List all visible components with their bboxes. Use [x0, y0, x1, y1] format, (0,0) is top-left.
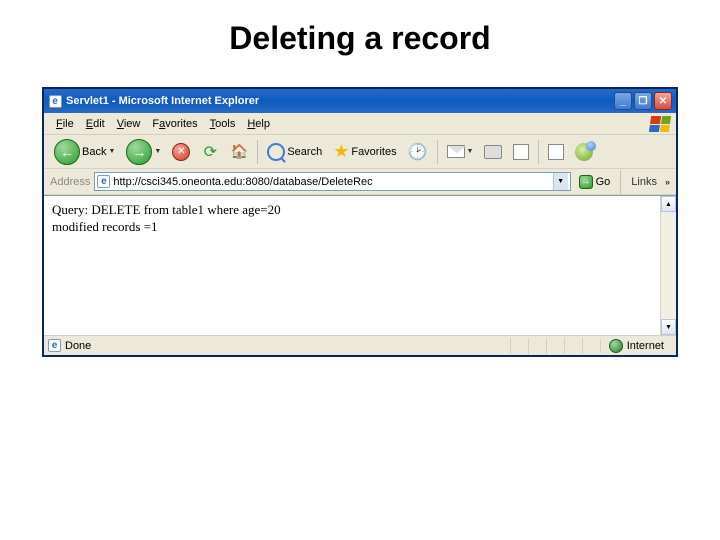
- back-button[interactable]: ← Back ▼: [50, 136, 119, 168]
- separator: [620, 170, 621, 194]
- menu-file[interactable]: File: [50, 116, 80, 132]
- chevron-down-icon: ▼: [154, 148, 161, 155]
- history-icon: 🕑: [408, 142, 428, 162]
- chevron-right-icon[interactable]: »: [665, 177, 670, 187]
- menu-help[interactable]: Help: [241, 116, 276, 132]
- search-button[interactable]: Search: [263, 140, 326, 164]
- address-bar: Address e ▼ → Go Links »: [44, 169, 676, 195]
- messenger-icon: [575, 143, 593, 161]
- status-pane: [546, 338, 564, 354]
- discuss-button[interactable]: [544, 141, 568, 163]
- edit-button[interactable]: [509, 141, 533, 163]
- address-dropdown-button[interactable]: ▼: [553, 173, 568, 190]
- menu-view[interactable]: View: [111, 116, 147, 132]
- scroll-up-button[interactable]: ▲: [661, 196, 676, 212]
- separator: [538, 140, 539, 164]
- windows-flag-icon: [649, 116, 671, 132]
- maximize-button[interactable]: ❐: [634, 92, 652, 110]
- go-button[interactable]: → Go: [575, 173, 615, 191]
- close-button[interactable]: ✕: [654, 92, 672, 110]
- status-bar: e Done Internet: [44, 335, 676, 355]
- result-text: modified records =1: [52, 219, 652, 236]
- chevron-down-icon: ▼: [108, 148, 115, 155]
- home-icon: 🏠: [230, 143, 248, 161]
- status-pane: [564, 338, 582, 354]
- forward-arrow-icon: →: [126, 139, 152, 165]
- discuss-icon: [548, 144, 564, 160]
- content-area: Query: DELETE from table1 where age=20 m…: [44, 195, 676, 335]
- edit-icon: [513, 144, 529, 160]
- go-arrow-icon: →: [579, 175, 593, 189]
- status-pane: [528, 338, 546, 354]
- titlebar: e Servlet1 - Microsoft Internet Explorer…: [44, 89, 676, 113]
- vertical-scrollbar[interactable]: ▲ ▼: [660, 196, 676, 335]
- separator: [257, 140, 258, 164]
- search-icon: [267, 143, 285, 161]
- separator: [437, 140, 438, 164]
- star-icon: ★: [333, 141, 349, 162]
- links-label[interactable]: Links: [627, 176, 661, 188]
- favorites-button[interactable]: ★ Favorites: [329, 138, 400, 165]
- forward-button[interactable]: → ▼: [122, 136, 165, 168]
- chevron-down-icon: ▼: [467, 148, 474, 155]
- address-field[interactable]: [113, 176, 549, 188]
- address-label: Address: [50, 176, 90, 188]
- menu-tools[interactable]: Tools: [204, 116, 242, 132]
- globe-icon: [609, 339, 623, 353]
- mail-icon: [447, 145, 465, 158]
- menu-edit[interactable]: Edit: [80, 116, 111, 132]
- home-button[interactable]: 🏠: [226, 140, 252, 164]
- window-title: Servlet1 - Microsoft Internet Explorer: [66, 95, 614, 107]
- mail-button[interactable]: ▼: [443, 142, 478, 161]
- ie-icon: e: [48, 94, 62, 108]
- history-button[interactable]: 🕑: [404, 139, 432, 165]
- stop-icon: ✕: [172, 143, 190, 161]
- toolbar: ← Back ▼ → ▼ ✕ ⟳ 🏠 Search ★ Favorites 🕑: [44, 135, 676, 169]
- scroll-track[interactable]: [661, 212, 676, 319]
- print-button[interactable]: [480, 142, 506, 162]
- address-input-wrapper: e ▼: [94, 172, 570, 191]
- messenger-button[interactable]: [571, 140, 597, 164]
- menu-favorites[interactable]: Favorites: [146, 116, 203, 132]
- status-pane: [510, 338, 528, 354]
- page-icon: e: [48, 339, 61, 352]
- refresh-button[interactable]: ⟳: [197, 140, 223, 164]
- menubar: File Edit View Favorites Tools Help: [44, 113, 676, 135]
- query-text: Query: DELETE from table1 where age=20: [52, 202, 652, 219]
- print-icon: [484, 145, 502, 159]
- page-body: Query: DELETE from table1 where age=20 m…: [44, 196, 660, 335]
- browser-window: e Servlet1 - Microsoft Internet Explorer…: [42, 87, 678, 357]
- refresh-icon: ⟳: [201, 143, 219, 161]
- status-pane: [582, 338, 600, 354]
- back-arrow-icon: ←: [54, 139, 80, 165]
- security-zone: Internet: [600, 339, 672, 353]
- stop-button[interactable]: ✕: [168, 140, 194, 164]
- status-text: Done: [65, 340, 91, 352]
- slide-title: Deleting a record: [0, 0, 720, 87]
- page-icon: e: [97, 175, 110, 188]
- minimize-button[interactable]: _: [614, 92, 632, 110]
- scroll-down-button[interactable]: ▼: [661, 319, 676, 335]
